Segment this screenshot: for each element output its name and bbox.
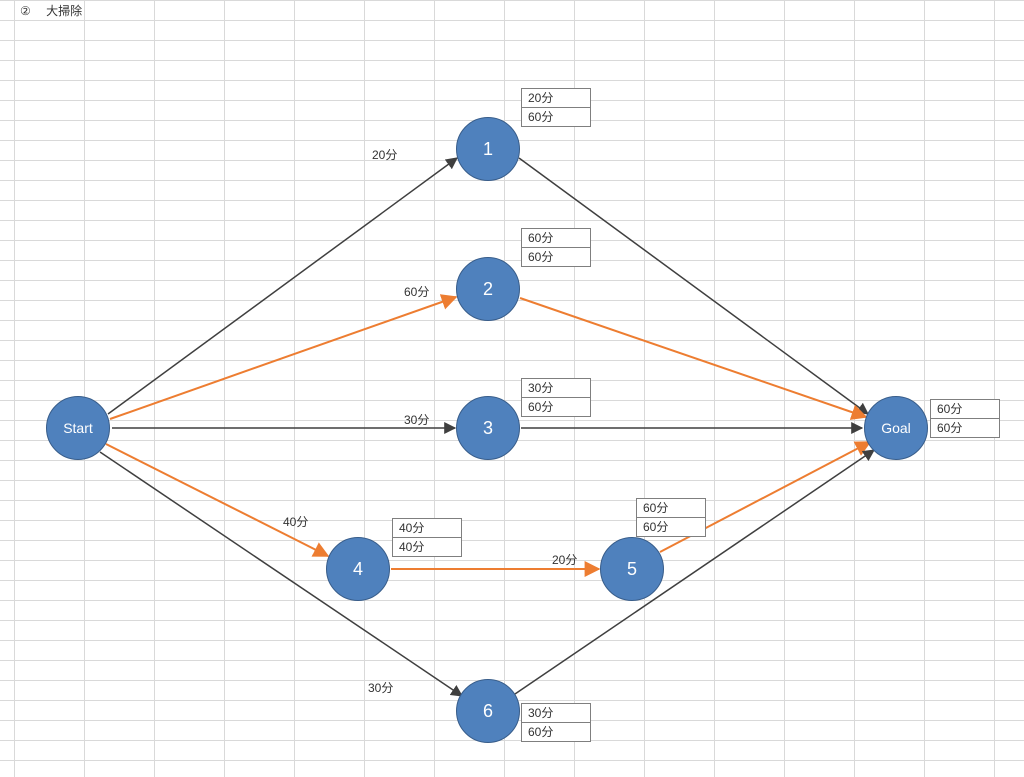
box-node-4-bot: 40分 (392, 538, 462, 557)
box-node-5-bot: 60分 (636, 518, 706, 537)
arrows-layer (0, 0, 1024, 777)
box-node-goal-bot: 60分 (930, 419, 1000, 438)
box-node-2-bot: 60分 (521, 248, 591, 267)
edge-label-start-2: 60分 (404, 283, 429, 300)
box-node-4: 40分 40分 (392, 518, 462, 557)
edge-start-2 (110, 297, 456, 419)
node-goal: Goal (864, 396, 928, 460)
box-node-goal: 60分 60分 (930, 399, 1000, 438)
node-1: 1 (456, 117, 520, 181)
box-node-2: 60分 60分 (521, 228, 591, 267)
edge-6-goal (515, 450, 874, 694)
box-node-4-top: 40分 (392, 518, 462, 538)
box-node-2-top: 60分 (521, 228, 591, 248)
edge-label-start-4: 40分 (283, 513, 308, 530)
box-node-5: 60分 60分 (636, 498, 706, 537)
box-node-6: 30分 60分 (521, 703, 591, 742)
box-node-6-top: 30分 (521, 703, 591, 723)
edge-label-start-1: 20分 (372, 146, 397, 163)
node-3: 3 (456, 396, 520, 460)
edge-start-6 (100, 452, 462, 696)
edge-label-start-3: 30分 (404, 411, 429, 428)
node-5: 5 (600, 537, 664, 601)
box-node-1: 20分 60分 (521, 88, 591, 127)
edge-start-4 (106, 444, 328, 556)
edge-label-4-5: 20分 (552, 551, 577, 568)
box-node-3: 30分 60分 (521, 378, 591, 417)
box-node-goal-top: 60分 (930, 399, 1000, 419)
edge-1-goal (519, 158, 868, 414)
box-node-3-top: 30分 (521, 378, 591, 398)
node-start: Start (46, 396, 110, 460)
box-node-3-bot: 60分 (521, 398, 591, 417)
box-node-6-bot: 60分 (521, 723, 591, 742)
box-node-1-top: 20分 (521, 88, 591, 108)
box-node-5-top: 60分 (636, 498, 706, 518)
box-node-1-bot: 60分 (521, 108, 591, 127)
node-2: 2 (456, 257, 520, 321)
node-4: 4 (326, 537, 390, 601)
node-6: 6 (456, 679, 520, 743)
edge-label-start-6: 30分 (368, 679, 393, 696)
